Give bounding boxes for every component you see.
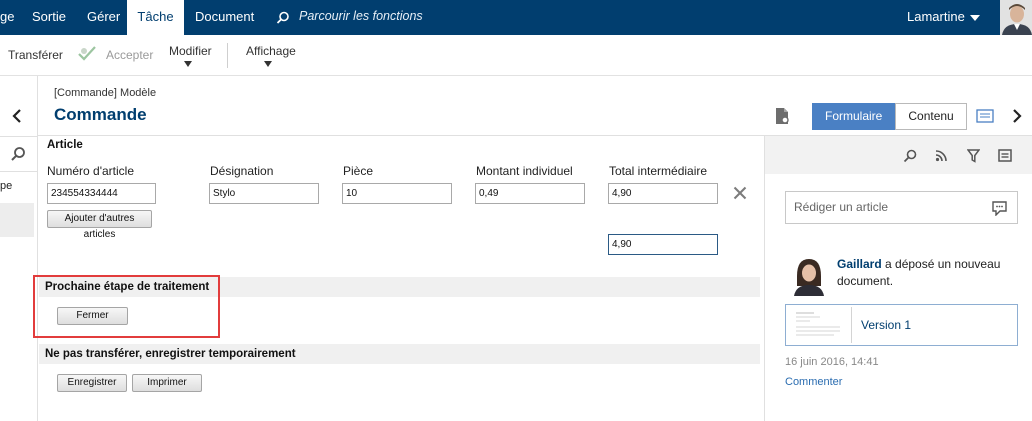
post-article-input[interactable]: Rédiger un article xyxy=(785,191,1018,224)
nav-item-label: Tâche xyxy=(137,9,174,24)
column-header-unit-amount: Montant individuel xyxy=(476,164,573,178)
designation-input[interactable] xyxy=(209,183,319,204)
modify-menu[interactable]: Modifier xyxy=(169,35,213,75)
document-card[interactable]: Version 1 xyxy=(785,304,1018,346)
chevron-right-icon[interactable] xyxy=(1012,109,1022,123)
article-number-input[interactable] xyxy=(47,183,156,204)
accept-label: Accepter xyxy=(106,48,154,62)
panel-layout-icon[interactable] xyxy=(976,109,994,123)
nav-item-tache[interactable]: Tâche xyxy=(127,0,184,35)
filter-icon[interactable] xyxy=(967,149,980,163)
column-header-designation: Désignation xyxy=(210,164,274,178)
accept-icon xyxy=(78,46,96,61)
avatar[interactable] xyxy=(1000,0,1032,35)
search-label: Parcourir les fonctions xyxy=(299,9,423,23)
column-header-subtotal: Total intermédiaire xyxy=(609,164,708,178)
chevron-left-icon[interactable] xyxy=(12,109,22,123)
list-item-label[interactable]: pe xyxy=(0,180,12,192)
post-input-placeholder: Rédiger un article xyxy=(794,200,889,214)
section-title-article: Article xyxy=(47,139,83,151)
column-header-number: Numéro d'article xyxy=(47,164,134,178)
nav-item-label: Gérer xyxy=(87,9,121,24)
highlight-box xyxy=(33,275,220,338)
activity-panel: Rédiger un article Gaillard a déposé un … xyxy=(764,136,1032,421)
search-icon[interactable] xyxy=(903,149,917,163)
avatar[interactable] xyxy=(791,256,827,296)
nav-item-sortie[interactable]: Sortie xyxy=(32,0,66,35)
section-title-save: Ne pas transférer, enregistrer temporair… xyxy=(45,348,296,360)
details-icon[interactable] xyxy=(998,149,1012,162)
page-title: Commande xyxy=(54,105,147,124)
comment-bubble-icon[interactable] xyxy=(991,200,1008,216)
comment-link[interactable]: Commenter xyxy=(785,376,842,388)
save-button[interactable]: Enregistrer xyxy=(57,374,127,392)
tab-contenu[interactable]: Contenu xyxy=(895,103,967,130)
panel-toolbar xyxy=(765,136,1032,174)
column-header-pieces: Pièce xyxy=(343,164,374,178)
breadcrumb: [Commande] Modèle xyxy=(54,87,157,99)
caret-down-icon xyxy=(264,61,272,67)
nav-item-label: Document xyxy=(195,9,255,24)
tab-formulaire[interactable]: Formulaire xyxy=(812,103,896,130)
action-toolbar: Transférer Accepter Modifier Affichage xyxy=(0,35,1032,76)
nav-item-label: Sortie xyxy=(32,9,66,24)
add-articles-button[interactable]: Ajouter d'autres articles xyxy=(47,210,152,240)
search-icon[interactable] xyxy=(10,146,26,162)
list-item[interactable] xyxy=(0,203,34,237)
pieces-input[interactable] xyxy=(342,183,452,204)
unit-amount-input[interactable] xyxy=(475,183,585,204)
total-input[interactable] xyxy=(608,234,718,255)
search-icon xyxy=(276,11,289,24)
caret-down-icon xyxy=(184,61,192,67)
document-label: Version 1 xyxy=(861,318,912,332)
divider xyxy=(0,136,38,137)
timestamp: 16 juin 2016, 14:41 xyxy=(785,356,879,368)
feed-author[interactable]: Gaillard xyxy=(837,257,882,271)
document-settings-icon[interactable] xyxy=(774,107,790,125)
left-sidebar: pe xyxy=(0,76,38,421)
nav-item-partial[interactable]: ge xyxy=(0,0,24,35)
divider xyxy=(0,171,38,172)
rss-icon[interactable] xyxy=(935,149,948,162)
print-button[interactable]: Imprimer xyxy=(132,374,202,392)
nav-item-gerer[interactable]: Gérer xyxy=(87,0,120,35)
chevron-down-icon[interactable] xyxy=(970,15,980,21)
top-navigation: ge Sortie Gérer Tâche Document Parcourir… xyxy=(0,0,1032,35)
view-menu[interactable]: Affichage xyxy=(246,35,296,75)
transfer-label: Transférer xyxy=(8,48,63,62)
subtotal-input[interactable] xyxy=(608,183,718,204)
toolbar-divider xyxy=(227,43,228,68)
view-toggle: Formulaire Contenu xyxy=(812,103,967,130)
nav-item-document[interactable]: Document xyxy=(195,0,254,35)
user-name[interactable]: Lamartine xyxy=(907,0,965,35)
nav-item-label: ge xyxy=(0,9,15,24)
feed-message: Gaillard a déposé un nouveau document. xyxy=(837,256,1017,290)
document-thumbnail xyxy=(790,307,852,343)
close-icon[interactable] xyxy=(733,186,747,200)
modify-label: Modifier xyxy=(169,44,212,58)
view-label: Affichage xyxy=(246,44,296,58)
